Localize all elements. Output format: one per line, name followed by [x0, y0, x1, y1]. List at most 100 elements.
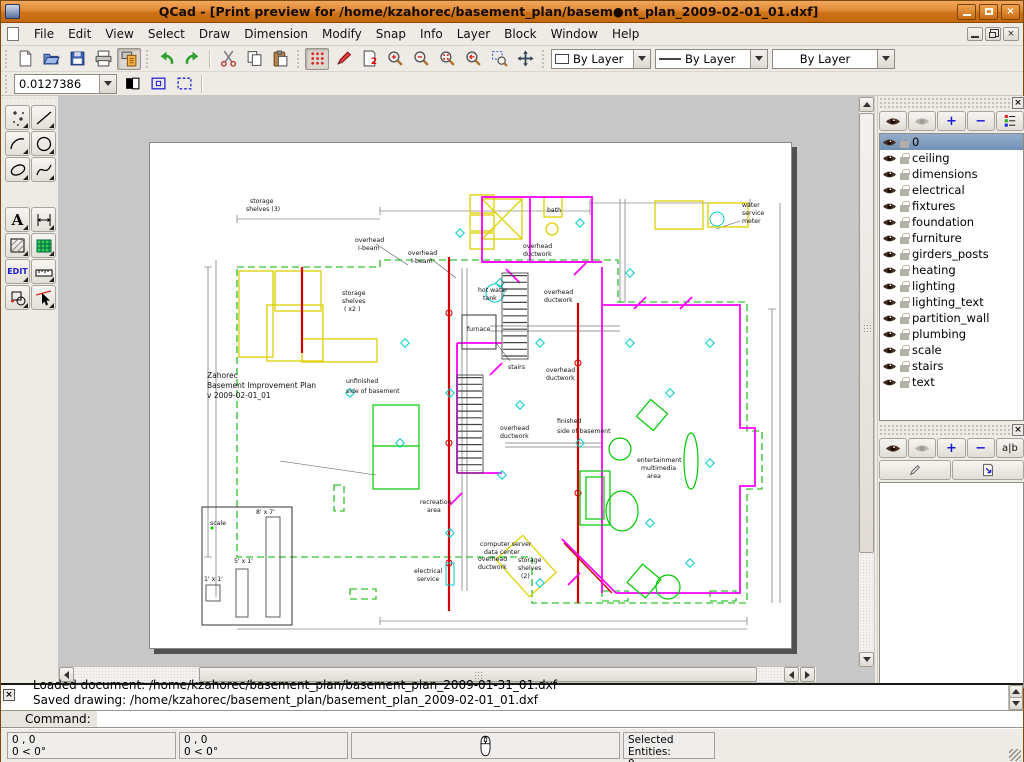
- block-panel-handle[interactable]: ×: [879, 424, 1024, 437]
- minimize-button[interactable]: [957, 4, 976, 20]
- layer-row-girders_posts[interactable]: girders_posts: [880, 246, 1023, 262]
- layer-visibility-eye-icon[interactable]: [882, 137, 897, 148]
- canvas-vertical-scrollbar[interactable]: [858, 97, 874, 667]
- command-input[interactable]: [97, 711, 1023, 727]
- log-close-button[interactable]: ×: [3, 689, 15, 701]
- remove-block-button[interactable]: −: [967, 438, 995, 458]
- spline-tool-button[interactable]: [31, 157, 56, 182]
- new-file-button[interactable]: [13, 48, 37, 70]
- redraw-button[interactable]: 2: [357, 48, 381, 70]
- toolbar-handle[interactable]: [145, 49, 150, 69]
- title-bar[interactable]: QCad - [Print preview for /home/kzahorec…: [1, 1, 1023, 23]
- layer-row-lighting[interactable]: lighting: [880, 278, 1023, 294]
- text-tool-button[interactable]: A: [5, 207, 30, 232]
- linewidth-combo-arrow[interactable]: [750, 50, 767, 68]
- layer-visibility-eye-icon[interactable]: [882, 153, 897, 164]
- layer-row-scale[interactable]: scale: [880, 342, 1023, 358]
- block-panel-close-button[interactable]: ×: [1012, 424, 1024, 436]
- scale-combo-arrow[interactable]: [99, 75, 116, 93]
- menu-layer[interactable]: Layer: [450, 24, 497, 44]
- layer-lock-icon[interactable]: [900, 365, 909, 372]
- layer-lock-icon[interactable]: [900, 269, 909, 276]
- redo-button[interactable]: [180, 48, 204, 70]
- rename-block-button[interactable]: a|b: [996, 438, 1024, 458]
- layer-lock-icon[interactable]: [900, 189, 909, 196]
- layer-row-plumbing[interactable]: plumbing: [880, 326, 1023, 342]
- toolbar-handle[interactable]: [4, 74, 9, 94]
- layer-visibility-eye-icon[interactable]: [882, 185, 897, 196]
- zoom-in-button[interactable]: [383, 48, 407, 70]
- layer-lock-icon[interactable]: [900, 205, 909, 212]
- undo-button[interactable]: [154, 48, 178, 70]
- edit-block-button[interactable]: [879, 460, 951, 480]
- toolbar-handle[interactable]: [4, 49, 9, 69]
- draw-pen-button[interactable]: [331, 48, 355, 70]
- layer-panel-close-button[interactable]: ×: [1012, 97, 1024, 109]
- print-preview-button[interactable]: [117, 48, 141, 70]
- layer-visibility-eye-icon[interactable]: [882, 377, 897, 388]
- zoom-previous-button[interactable]: [461, 48, 485, 70]
- scroll-down-button[interactable]: [859, 652, 874, 667]
- color-combo[interactable]: By Layer: [551, 49, 651, 69]
- layer-visibility-eye-icon[interactable]: [882, 265, 897, 276]
- layer-visibility-eye-icon[interactable]: [882, 201, 897, 212]
- layer-row-lighting_text[interactable]: lighting_text: [880, 294, 1023, 310]
- layer-lock-icon[interactable]: [900, 221, 909, 228]
- menu-info[interactable]: Info: [413, 24, 450, 44]
- layer-visibility-eye-icon[interactable]: [882, 345, 897, 356]
- layer-lock-icon[interactable]: [900, 253, 909, 260]
- fit-to-page-button[interactable]: [172, 73, 196, 95]
- layer-row-stairs[interactable]: stairs: [880, 358, 1023, 374]
- zoom-out-button[interactable]: [409, 48, 433, 70]
- linestyle-combo[interactable]: By Layer: [772, 49, 895, 69]
- layer-visibility-eye-icon[interactable]: [882, 281, 897, 292]
- layer-visibility-eye-icon[interactable]: [882, 249, 897, 260]
- circle-tool-button[interactable]: [31, 131, 56, 156]
- hide-all-blocks-button[interactable]: [908, 438, 936, 458]
- zoom-window-button[interactable]: [487, 48, 511, 70]
- dimension-tool-button[interactable]: [31, 207, 56, 232]
- hatch-tool-button[interactable]: [5, 233, 30, 258]
- mdi-document-icon[interactable]: [7, 27, 19, 41]
- menu-help[interactable]: Help: [605, 24, 646, 44]
- open-file-button[interactable]: [39, 48, 63, 70]
- menu-block[interactable]: Block: [497, 24, 543, 44]
- layer-lock-icon[interactable]: [900, 333, 909, 340]
- layer-row-0[interactable]: 0: [880, 134, 1023, 150]
- linewidth-combo[interactable]: By Layer: [655, 49, 768, 69]
- mdi-close-button[interactable]: ×: [1003, 27, 1019, 41]
- close-button[interactable]: ×: [1001, 4, 1020, 20]
- edit-tool-button[interactable]: EDIT: [5, 259, 30, 284]
- layer-row-ceiling[interactable]: ceiling: [880, 150, 1023, 166]
- log-scroll-down-button[interactable]: [1009, 697, 1023, 710]
- pan-button[interactable]: [513, 48, 537, 70]
- toolbar-handle[interactable]: [541, 49, 546, 69]
- save-button[interactable]: [65, 48, 89, 70]
- layer-lock-icon[interactable]: [900, 157, 909, 164]
- points-tool-button[interactable]: [5, 105, 30, 130]
- layer-visibility-eye-icon[interactable]: [882, 297, 897, 308]
- layer-row-electrical[interactable]: electrical: [880, 182, 1023, 198]
- blocks-tool-button[interactable]: [5, 285, 30, 310]
- layer-lock-icon[interactable]: [900, 285, 909, 292]
- menu-modify[interactable]: Modify: [315, 24, 369, 44]
- window-resize-grip[interactable]: [1009, 749, 1021, 761]
- layer-lock-icon[interactable]: [900, 237, 909, 244]
- add-block-button[interactable]: +: [937, 438, 965, 458]
- menu-view[interactable]: View: [98, 24, 140, 44]
- center-plot-button[interactable]: [146, 73, 170, 95]
- measure-tool-button[interactable]: [31, 259, 56, 284]
- arc-tool-button[interactable]: [5, 131, 30, 156]
- mdi-minimize-button[interactable]: [967, 27, 983, 41]
- layer-panel-handle[interactable]: ×: [879, 97, 1024, 110]
- select-tool-button[interactable]: [31, 285, 56, 310]
- layer-row-foundation[interactable]: foundation: [880, 214, 1023, 230]
- layer-row-fixtures[interactable]: fixtures: [880, 198, 1023, 214]
- layer-attributes-button[interactable]: [996, 111, 1024, 131]
- add-layer-button[interactable]: +: [937, 111, 965, 131]
- toolbar-handle[interactable]: [296, 49, 301, 69]
- layer-visibility-eye-icon[interactable]: [882, 313, 897, 324]
- layer-row-furniture[interactable]: furniture: [880, 230, 1023, 246]
- layer-lock-icon[interactable]: [900, 141, 909, 148]
- line-tool-button[interactable]: [31, 105, 56, 130]
